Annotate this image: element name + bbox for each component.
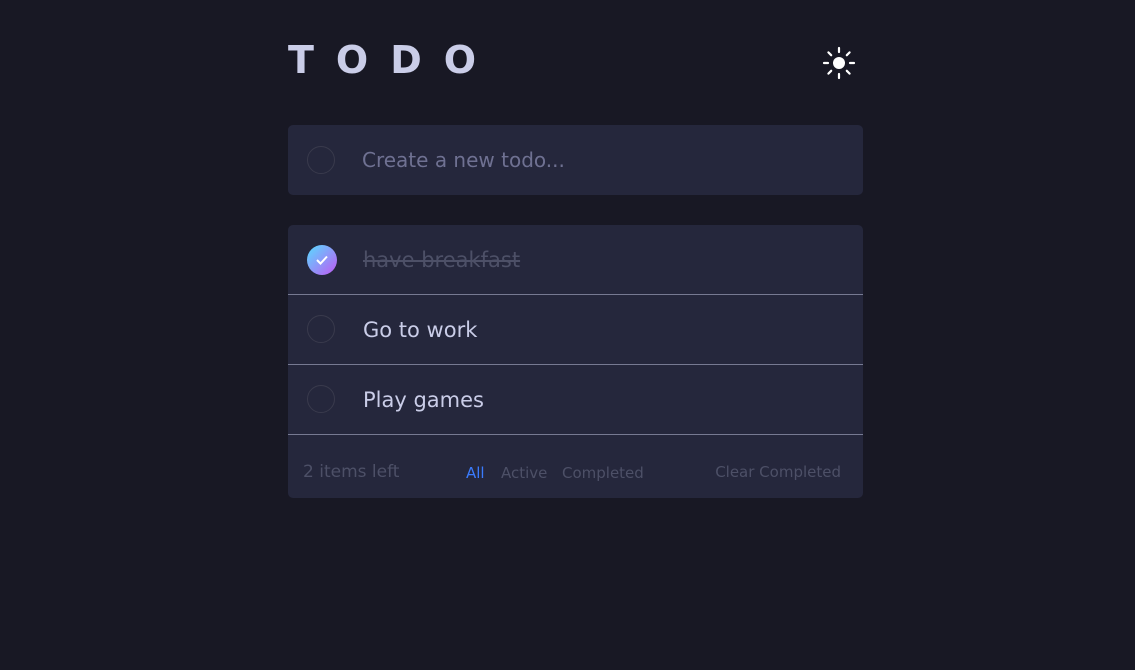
filter-completed[interactable]: Completed [562,464,644,482]
todo-app: TODO Create a new todo... have breakfast… [288,0,863,498]
todo-list: have breakfast Go to work Play games 2 i… [288,225,863,498]
create-todo-box [288,125,863,195]
todo-label[interactable]: have breakfast [363,245,520,275]
todo-label[interactable]: Go to work [363,315,477,345]
list-footer: 2 items left All Active Completed Clear … [288,435,863,498]
todo-item: Play games [288,365,863,435]
header: TODO [288,0,863,125]
completed-checkbox[interactable] [307,245,337,275]
todo-item: Go to work [288,295,863,365]
filter-all[interactable]: All [466,464,485,482]
clear-completed-button[interactable]: Clear Completed [715,463,841,481]
create-todo-input[interactable] [362,143,832,177]
todo-checkbox[interactable] [307,315,335,343]
sun-icon [822,46,856,80]
checkmark-icon [316,255,328,265]
create-checkbox-circle[interactable] [307,146,335,174]
todo-checkbox[interactable] [307,385,335,413]
items-left-count: 2 items left [303,462,400,482]
todo-label[interactable]: Play games [363,385,484,415]
todo-item: have breakfast [288,225,863,295]
theme-toggle-button[interactable] [822,46,856,80]
filter-active[interactable]: Active [501,464,547,482]
app-title: TODO [288,38,499,82]
